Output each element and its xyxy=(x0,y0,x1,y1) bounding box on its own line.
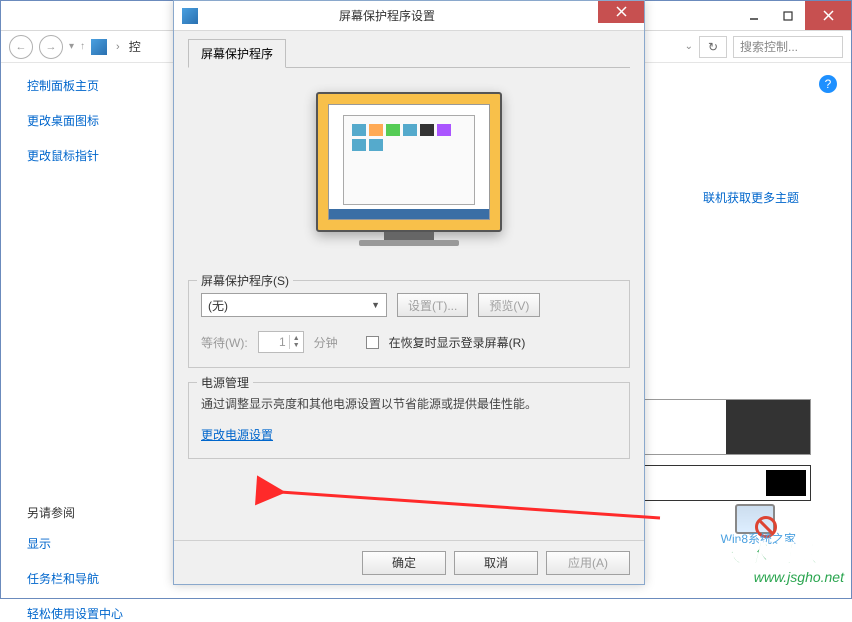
screensaver-group: 屏幕保护程序(S) (无)▼ 设置(T)... 预览(V) 等待(W): ▲▼ … xyxy=(188,280,630,368)
change-power-settings-link[interactable]: 更改电源设置 xyxy=(201,428,273,442)
tab-row: 屏幕保护程序 xyxy=(188,39,630,68)
power-description: 通过调整显示亮度和其他电源设置以节省能源或提供最佳性能。 xyxy=(201,395,617,412)
sidebar-link-desktop-icons[interactable]: 更改桌面图标 xyxy=(27,112,161,129)
see-also-display[interactable]: 显示 xyxy=(27,535,161,552)
back-button[interactable]: ← xyxy=(9,35,33,59)
resume-checkbox[interactable] xyxy=(366,336,379,349)
tab-screensaver[interactable]: 屏幕保护程序 xyxy=(188,39,286,68)
resume-label: 在恢复时显示登录屏幕(R) xyxy=(389,334,526,351)
dialog-body: 屏幕保护程序 屏幕保护程序(S) (无)▼ 设置(T)... xyxy=(174,31,644,481)
see-also-ease[interactable]: 轻松使用设置中心 xyxy=(27,605,161,622)
online-themes-link[interactable]: 联机获取更多主题 xyxy=(703,189,799,206)
search-input[interactable]: 搜索控制... xyxy=(733,36,843,58)
power-group: 电源管理 通过调整显示亮度和其他电源设置以节省能源或提供最佳性能。 更改电源设置 xyxy=(188,382,630,459)
sidebar-home[interactable]: 控制面板主页 xyxy=(27,77,161,94)
sidebar: 控制面板主页 更改桌面图标 更改鼠标指针 另请参阅 显示 任务栏和导航 轻松使用… xyxy=(1,63,161,598)
maximize-button[interactable] xyxy=(771,1,805,30)
theme-thumb-1[interactable] xyxy=(641,399,811,455)
cancel-button[interactable]: 取消 xyxy=(454,551,538,575)
screensaver-select[interactable]: (无)▼ xyxy=(201,293,387,317)
theme-thumb-2[interactable] xyxy=(641,465,811,501)
help-icon[interactable]: ? xyxy=(819,75,837,93)
power-group-label: 电源管理 xyxy=(197,374,253,391)
recent-dropdown[interactable]: ▾ xyxy=(69,41,74,52)
refresh-button[interactable]: ↻ xyxy=(699,36,727,58)
breadcrumb[interactable]: 控 xyxy=(129,38,141,55)
dialog-icon xyxy=(182,8,198,24)
ok-button[interactable]: 确定 xyxy=(362,551,446,575)
wait-label: 等待(W): xyxy=(201,334,248,351)
control-panel-icon xyxy=(91,39,107,55)
win8-mark: Win8系统之家 xyxy=(721,530,796,547)
preview-button[interactable]: 预览(V) xyxy=(478,293,540,317)
minimize-button[interactable] xyxy=(737,1,771,30)
wait-unit: 分钟 xyxy=(314,334,338,351)
dialog-titlebar: 屏幕保护程序设置 xyxy=(174,1,644,31)
preview-area xyxy=(188,68,630,280)
dialog-close-button[interactable] xyxy=(598,1,644,23)
settings-button[interactable]: 设置(T)... xyxy=(397,293,468,317)
sidebar-link-mouse-pointer[interactable]: 更改鼠标指针 xyxy=(27,147,161,164)
wait-input[interactable] xyxy=(259,335,289,349)
breadcrumb-sep: › xyxy=(113,41,123,53)
theme-thumbnails xyxy=(641,399,811,501)
screensaver-group-label: 屏幕保护程序(S) xyxy=(197,272,293,289)
dialog-title: 屏幕保护程序设置 xyxy=(206,7,598,24)
screensaver-settings-dialog: 屏幕保护程序设置 屏幕保护程序 屏幕保护程序(S) xyxy=(173,0,645,585)
forward-button[interactable]: → xyxy=(39,35,63,59)
close-button[interactable] xyxy=(805,1,851,30)
dropdown-caret[interactable]: ⌄ xyxy=(685,41,693,52)
apply-button[interactable]: 应用(A) xyxy=(546,551,630,575)
see-also-taskbar[interactable]: 任务栏和导航 xyxy=(27,570,161,587)
wait-spinner[interactable]: ▲▼ xyxy=(258,331,304,353)
dialog-button-row: 确定 取消 应用(A) xyxy=(174,540,644,584)
up-button[interactable]: ↑ xyxy=(80,41,85,52)
see-also-label: 另请参阅 xyxy=(27,504,161,521)
monitor-preview xyxy=(316,92,502,246)
